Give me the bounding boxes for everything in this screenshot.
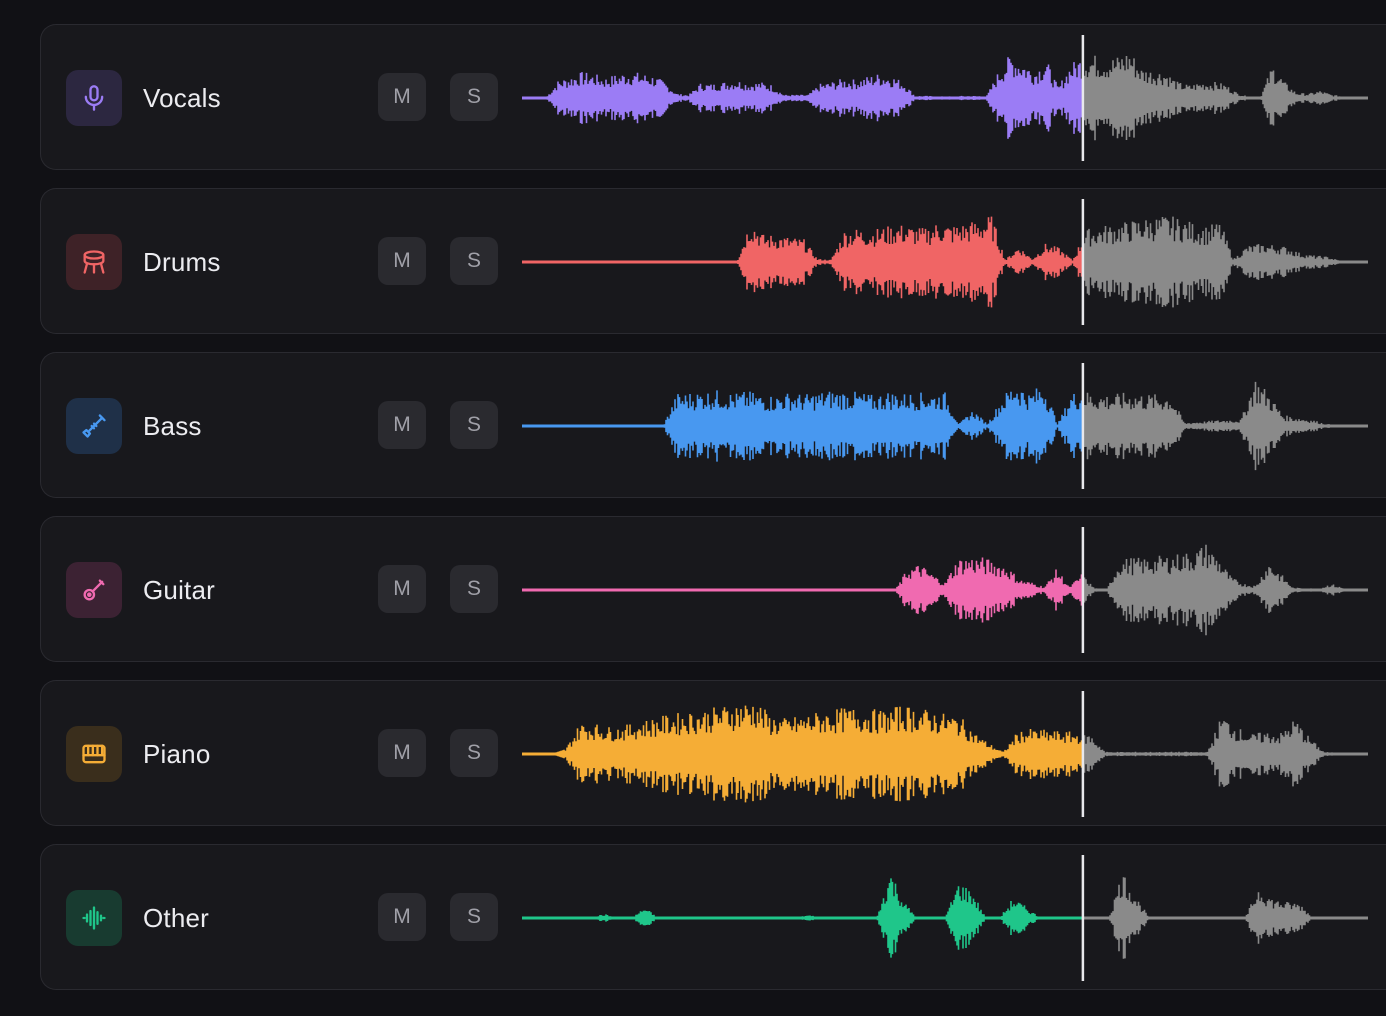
waveform[interactable] [522,363,1368,489]
guitar-icon [66,562,122,618]
waveform[interactable] [522,35,1368,161]
solo-button[interactable]: S [450,565,498,613]
track-name: Drums [143,247,221,277]
track-drums: Drums M S [40,188,1386,334]
mute-button[interactable]: M [378,893,426,941]
waveform-unplayed [1082,216,1345,308]
track-name: Piano [143,739,211,769]
waveform[interactable] [522,855,1368,981]
stem-track-list: Vocals M S Drums M S Bass M S Guitar M S… [40,24,1386,1008]
waveform[interactable] [522,527,1368,653]
mute-button[interactable]: M [378,565,426,613]
track-guitar: Guitar M S [40,516,1386,662]
drum-icon [66,234,122,290]
waveform[interactable] [522,691,1368,817]
track-vocals: Vocals M S [40,24,1386,170]
track-name: Bass [143,411,202,441]
waveform-played [737,216,1083,308]
bass-guitar-icon [66,398,122,454]
track-bass: Bass M S [40,352,1386,498]
waveform[interactable] [522,199,1368,325]
solo-button[interactable]: S [450,893,498,941]
track-name: Other [143,903,210,933]
track-other: Other M S [40,844,1386,990]
piano-icon [66,726,122,782]
mute-button[interactable]: M [378,729,426,777]
solo-button[interactable]: S [450,401,498,449]
mute-button[interactable]: M [378,73,426,121]
waveform-unplayed [1082,381,1344,471]
solo-button[interactable]: S [450,729,498,777]
waveform-played [552,705,1083,803]
track-piano: Piano M S [40,680,1386,826]
solo-button[interactable]: S [450,237,498,285]
track-name: Vocals [143,83,221,113]
waveform-played [663,388,1083,464]
waveform-icon [66,890,122,946]
microphone-icon [66,70,122,126]
waveform-unplayed [1082,55,1351,141]
solo-button[interactable]: S [450,73,498,121]
waveform-played [896,557,1083,623]
track-name: Guitar [143,575,216,605]
waveform-unplayed [1082,544,1351,636]
mute-button[interactable]: M [378,401,426,449]
waveform-unplayed [1082,721,1342,787]
waveform-played [546,57,1083,139]
mute-button[interactable]: M [378,237,426,285]
